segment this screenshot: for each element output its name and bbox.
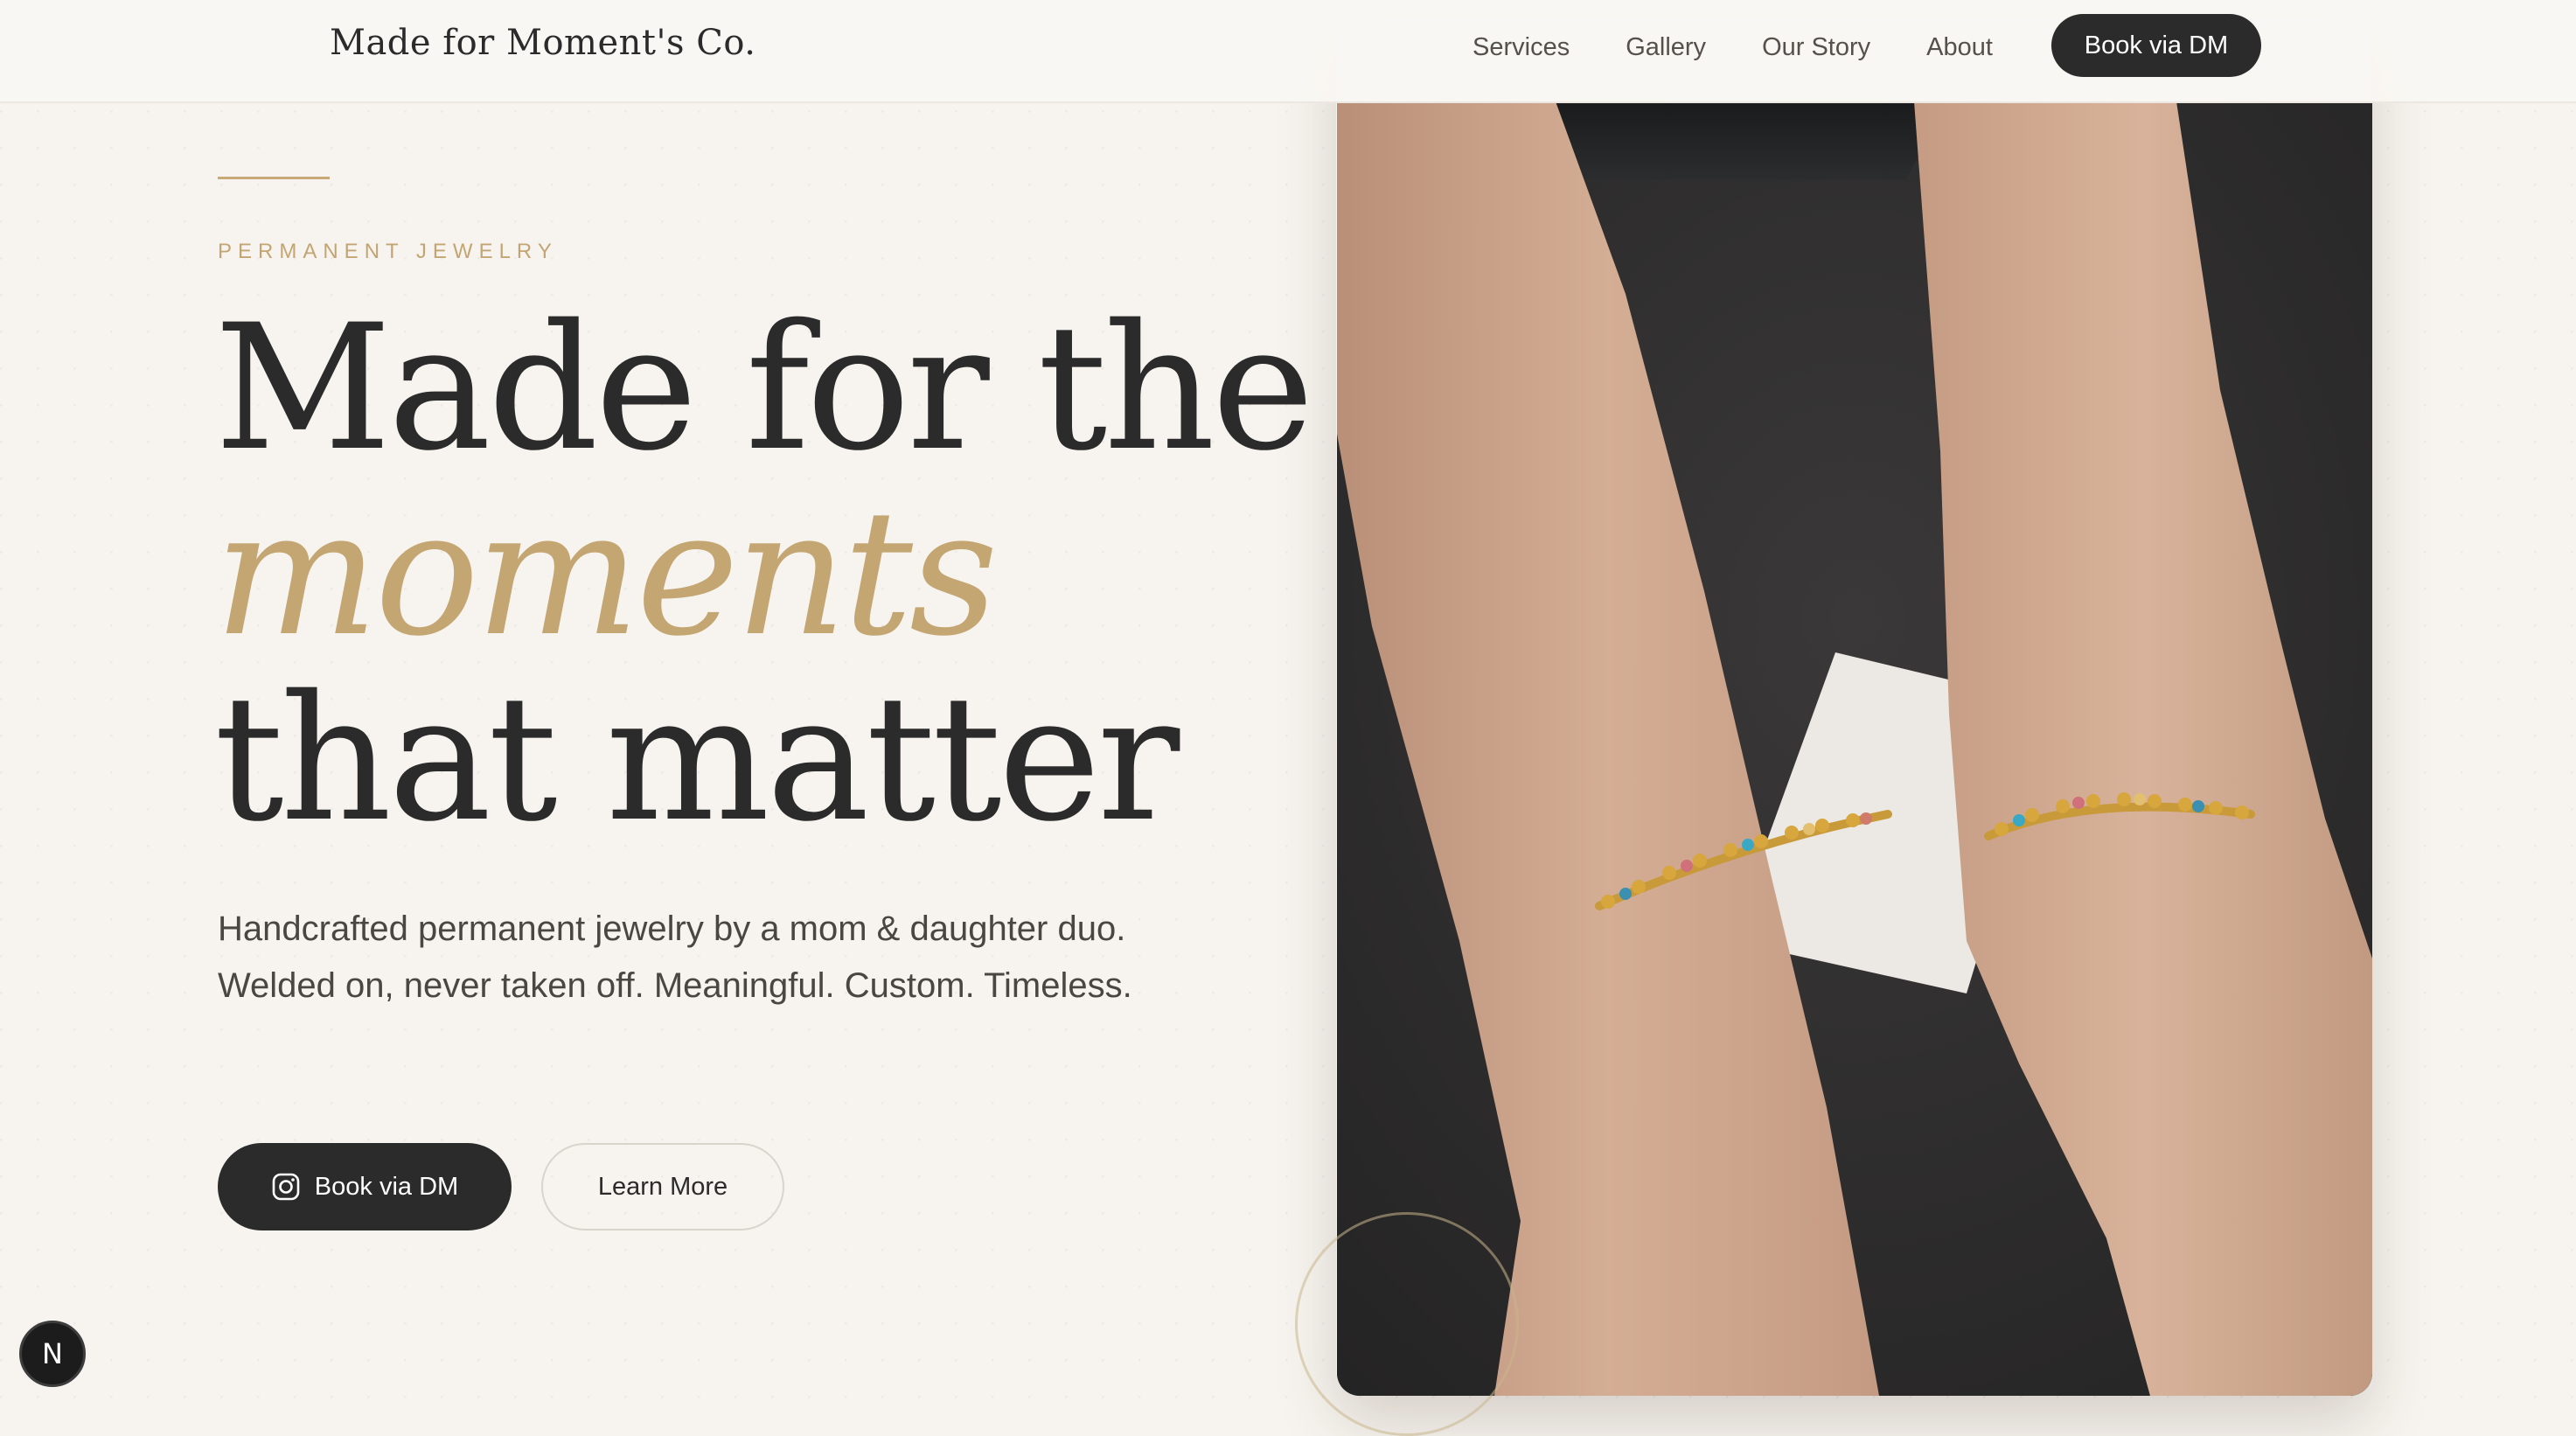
headline-line-3: that matter — [214, 658, 1180, 860]
hero-headline: Made for the moments that matter — [214, 287, 1314, 860]
nav-item-gallery[interactable]: Gallery — [1626, 30, 1706, 65]
hero-description: Handcrafted permanent jewelry by a mom &… — [218, 910, 1132, 1005]
hero-photo — [1337, 101, 2372, 1396]
brand-logo[interactable]: Made for Moment's Co. — [330, 23, 755, 63]
learn-more-button[interactable]: Learn More — [541, 1143, 784, 1230]
nav-item-about[interactable]: About — [1926, 30, 1993, 65]
eyebrow-label: PERMANENT JEWELRY — [218, 240, 558, 263]
site-header: Made for Moment's Co. Services Gallery O… — [0, 0, 2576, 103]
nav-item-our-story[interactable]: Our Story — [1762, 30, 1870, 65]
dev-badge-icon[interactable]: N — [19, 1321, 86, 1387]
eyebrow-divider — [218, 177, 330, 179]
decorative-circle — [1295, 1212, 1519, 1436]
bracelet-photo-illustration — [1337, 101, 2372, 1396]
header-book-button[interactable]: Book via DM — [2051, 14, 2261, 77]
nav-item-services[interactable]: Services — [1472, 30, 1570, 65]
instagram-icon — [271, 1172, 301, 1202]
hero-book-button[interactable]: Book via DM — [218, 1143, 512, 1230]
headline-accent: moments — [214, 472, 999, 674]
headline-line-1: Made for the — [214, 287, 1314, 489]
hero-book-button-label: Book via DM — [314, 1172, 459, 1201]
main-nav: Services Gallery Our Story About — [1472, 30, 2049, 65]
